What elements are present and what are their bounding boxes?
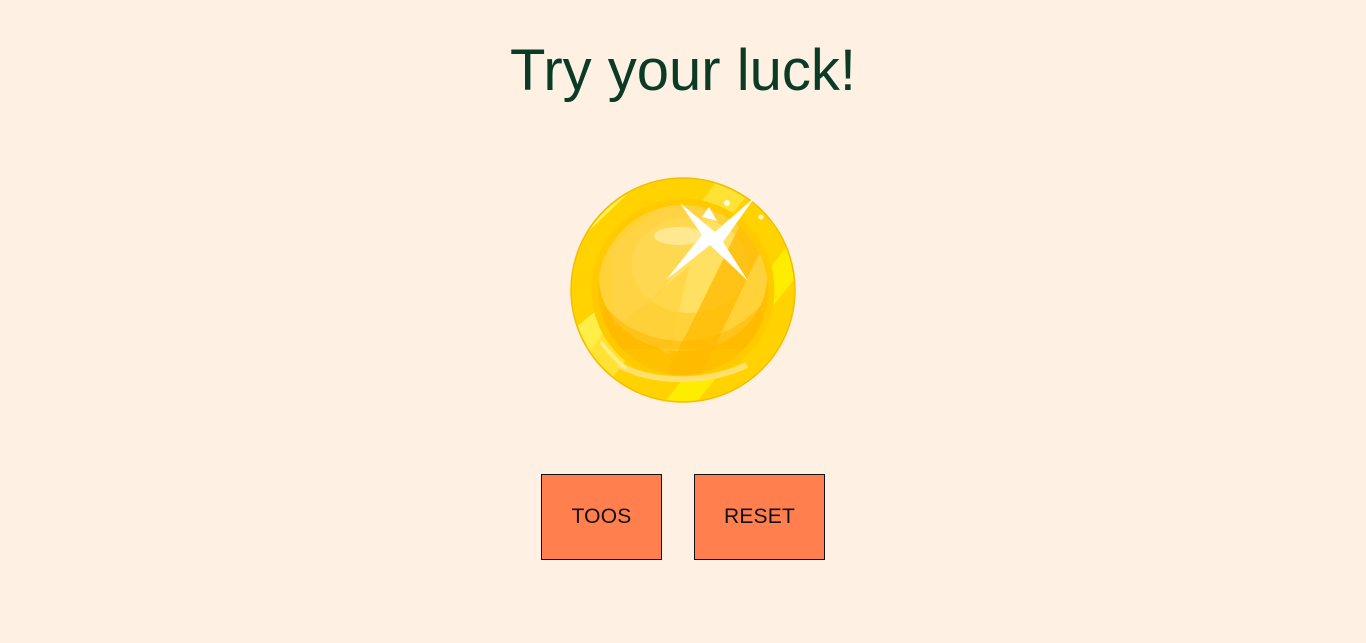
coin bbox=[570, 177, 796, 403]
gold-coin-icon bbox=[570, 177, 796, 403]
toss-button[interactable]: TOOS bbox=[541, 474, 662, 560]
page-title: Try your luck! bbox=[510, 38, 856, 103]
reset-button[interactable]: RESET bbox=[694, 474, 825, 560]
coin-toss-page: Try your luck! TOOS RESET bbox=[0, 0, 1366, 643]
